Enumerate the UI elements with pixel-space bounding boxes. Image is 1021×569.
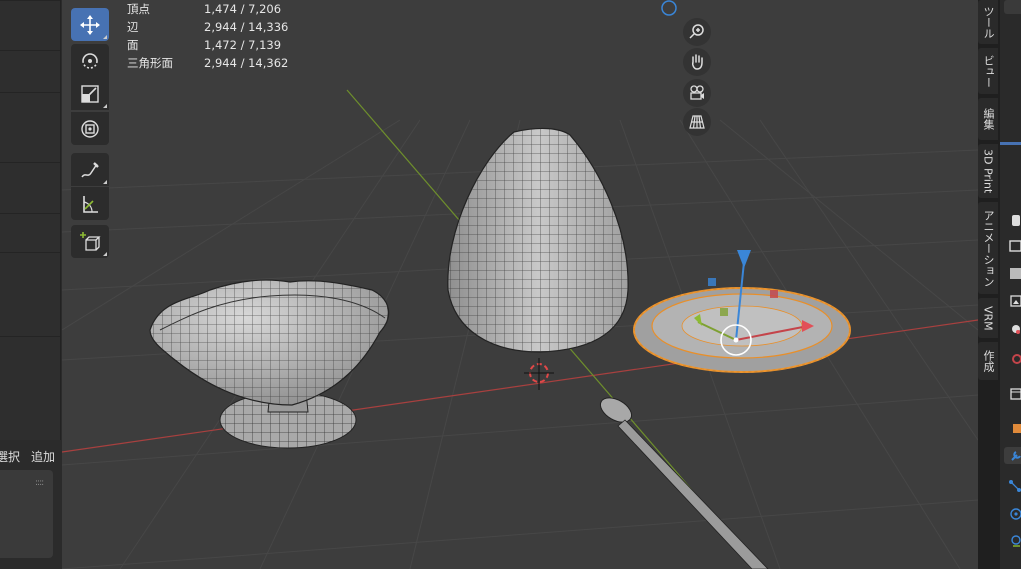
pan-hand-icon — [692, 54, 703, 70]
grid-perspective-icon — [689, 115, 705, 129]
tab-3d-print[interactable]: 3D Print — [978, 144, 998, 198]
measure-icon — [83, 195, 98, 213]
left-editor-panel: 選択 追加 :::: — [0, 0, 62, 569]
measure-tool[interactable] — [71, 187, 109, 220]
camera-view-button[interactable] — [683, 79, 711, 107]
physics-icon[interactable] — [1004, 505, 1021, 522]
bowl-mesh — [149, 279, 390, 449]
modifier-icon[interactable] — [1004, 447, 1021, 464]
tab-create[interactable]: 作成 — [978, 342, 998, 380]
tab-view[interactable]: ビュー — [978, 48, 998, 94]
outliner-area[interactable] — [0, 0, 61, 440]
add-menu[interactable]: 追加 — [31, 448, 55, 465]
transform-tool[interactable] — [71, 112, 109, 145]
transform-icon — [81, 119, 99, 138]
perspective-toggle-button[interactable] — [683, 108, 711, 136]
add-cube-tool[interactable] — [71, 225, 109, 258]
view-layer-icon[interactable] — [1004, 293, 1021, 310]
stat-value: 1,474 / 7,206 — [204, 2, 282, 16]
stat-value: 2,944 / 14,362 — [204, 56, 289, 70]
rotate-tool[interactable] — [71, 44, 109, 77]
annotate-tool[interactable] — [71, 153, 109, 186]
collection-icon[interactable] — [1004, 385, 1021, 402]
output-icon[interactable] — [1004, 265, 1021, 282]
scale-tool[interactable] — [71, 77, 109, 110]
stat-label: 頂点 — [127, 2, 150, 16]
constraints-icon[interactable] — [1004, 532, 1021, 549]
rotate-icon — [82, 52, 98, 69]
properties-box[interactable] — [0, 470, 53, 558]
render-icon[interactable] — [1004, 237, 1021, 254]
scene-statistics: 頂点 1,474 / 7,206 辺 2,944 / 14,336 面 1,472 /… — [127, 0, 288, 72]
egg-mesh — [447, 127, 629, 353]
select-menu[interactable]: 選択 — [0, 448, 20, 465]
spoon-mesh — [599, 397, 769, 569]
panel-header: 選択 追加 — [0, 444, 60, 468]
stat-label: 三角形面 — [127, 56, 173, 70]
tab-tool[interactable]: ツール — [978, 0, 998, 44]
add-cube-icon — [80, 231, 101, 251]
move-tool[interactable] — [71, 8, 109, 41]
tab-edit[interactable]: 編集 — [978, 98, 998, 140]
3d-viewport[interactable]: 頂点 1,474 / 7,206 辺 2,944 / 14,336 面 1,472 /… — [62, 0, 978, 569]
tab-vrm[interactable]: VRM — [978, 298, 998, 338]
pan-button[interactable] — [683, 48, 711, 76]
camera-icon — [690, 85, 704, 100]
viewport-scene[interactable] — [62, 0, 978, 569]
move-icon — [80, 14, 100, 35]
scale-icon — [81, 84, 99, 103]
plate-mesh-selected — [633, 287, 851, 373]
sidebar-tabs: ツール ビュー 編集 3D Print アニメーション VRM 作成 — [978, 0, 1000, 569]
tool-icon[interactable] — [1004, 212, 1021, 229]
world-icon[interactable] — [1004, 350, 1021, 367]
stat-value: 1,472 / 7,139 — [204, 38, 282, 52]
stat-value: 2,944 / 14,336 — [204, 20, 289, 34]
stat-label: 面 — [127, 38, 139, 52]
object-icon[interactable] — [1004, 420, 1021, 437]
scene-icon[interactable] — [1004, 320, 1021, 337]
tab-animation[interactable]: アニメーション — [978, 202, 998, 294]
zoom-icon — [689, 24, 704, 39]
zoom-button[interactable] — [683, 18, 711, 46]
stat-label: 辺 — [127, 20, 139, 34]
view-axis-dot — [661, 0, 677, 16]
drag-grip-icon[interactable]: :::: — [35, 478, 44, 488]
annotate-icon — [81, 161, 99, 177]
particles-icon[interactable] — [1004, 477, 1021, 494]
